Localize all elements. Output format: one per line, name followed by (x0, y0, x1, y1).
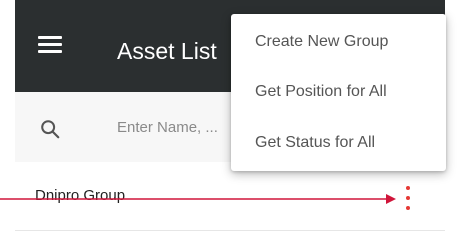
group-list: Dnipro Group (15, 162, 445, 240)
group-name: Dnipro Group (35, 187, 126, 204)
hamburger-menu-icon[interactable] (38, 36, 62, 54)
group-row[interactable]: Dnipro Group (15, 162, 445, 231)
page-title: Asset List (117, 38, 217, 64)
overflow-menu: Create New Group Get Position for All Ge… (231, 14, 446, 171)
menu-item-get-position-for-all[interactable]: Get Position for All (231, 70, 446, 114)
menu-item-get-status-for-all[interactable]: Get Status for All (231, 121, 446, 165)
menu-item-create-new-group[interactable]: Create New Group (231, 20, 446, 64)
page-margin (445, 0, 465, 240)
search-icon[interactable] (39, 118, 61, 140)
group-options-button[interactable] (401, 184, 415, 212)
